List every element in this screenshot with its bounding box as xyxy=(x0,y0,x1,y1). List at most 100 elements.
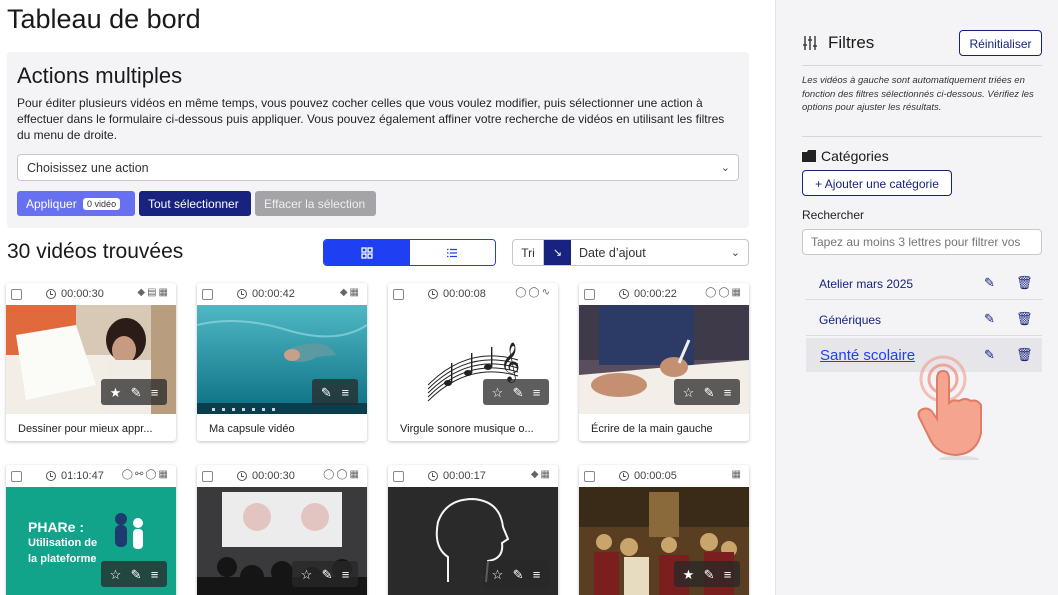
duration-text: 00:00:05 xyxy=(634,470,677,482)
clear-selection-button[interactable]: Effacer la sélection xyxy=(255,191,376,216)
video-card[interactable]: 00:00:17 ◆▦ ☆ ✎ ≡ xyxy=(388,465,558,595)
video-thumbnail[interactable]: PHARe : Utilisation de la plateforme ☆ ✎… xyxy=(6,487,176,595)
thumbnail-caption-2: Utilisation de xyxy=(28,537,98,549)
clock-icon xyxy=(46,289,56,299)
video-card-header: 00:00:22 ◯◯▦ xyxy=(579,283,749,305)
bulk-actions-panel: Actions multiples Pour éditer plusieurs … xyxy=(7,52,749,228)
action-select-value: Choisissez une action xyxy=(27,161,149,175)
apply-button[interactable]: Appliquer 0 vidéo xyxy=(17,191,135,216)
star-icon[interactable]: ★ xyxy=(110,386,122,399)
video-title[interactable]: Ma capsule vidéo xyxy=(197,414,367,441)
video-thumbnail[interactable]: 𝄞 ☆ ✎ ≡ xyxy=(388,305,558,414)
edit-icon[interactable]: ✎ xyxy=(321,386,332,399)
clock-icon xyxy=(619,289,629,299)
sort-arrow-icon: ↘ xyxy=(552,247,563,259)
menu-icon[interactable]: ≡ xyxy=(724,386,732,399)
trash-icon[interactable]: 🗑 xyxy=(1016,275,1033,291)
trash-icon[interactable]: 🗑 xyxy=(1016,347,1033,363)
video-card-header: 00:00:08 ◯◯∿ xyxy=(388,283,558,305)
menu-icon[interactable]: ≡ xyxy=(724,568,732,581)
duration-text: 00:00:30 xyxy=(61,288,104,300)
select-all-button[interactable]: Tout sélectionner xyxy=(139,191,251,216)
action-select[interactable]: Choisissez une action ⌄ xyxy=(17,154,739,181)
video-title[interactable]: Virgule sonore musique o... xyxy=(388,414,558,441)
category-label[interactable]: Génériques xyxy=(819,313,881,327)
video-select-checkbox[interactable] xyxy=(202,471,213,482)
star-outline-icon[interactable]: ☆ xyxy=(110,568,122,581)
clock-icon xyxy=(237,289,247,299)
video-select-checkbox[interactable] xyxy=(584,471,595,482)
sort-label: Tri xyxy=(513,240,544,265)
category-item[interactable]: Atelier mars 2025 ✎ 🗑 xyxy=(806,266,1042,300)
edit-icon[interactable]: ✎ xyxy=(513,568,524,581)
video-select-checkbox[interactable] xyxy=(11,471,22,482)
video-thumbnail[interactable]: ☆ ✎ ≡ xyxy=(197,487,367,595)
filters-divider xyxy=(802,136,1042,137)
page-title: Tableau de bord xyxy=(7,4,201,34)
category-label[interactable]: Atelier mars 2025 xyxy=(819,277,913,291)
video-tools: ☆ ✎ ≡ xyxy=(292,561,358,587)
menu-icon[interactable]: ≡ xyxy=(342,568,350,581)
add-category-button[interactable]: + Ajouter une catégorie xyxy=(802,170,952,196)
trash-icon[interactable]: 🗑 xyxy=(1016,311,1033,327)
categories-header: Catégories xyxy=(802,148,889,164)
video-card[interactable]: 00:00:42 ◆▦ ✎ ≡ Ma capsule vidéo xyxy=(197,283,367,441)
menu-icon[interactable]: ≡ xyxy=(151,386,159,399)
video-tools: ☆ ✎ ≡ xyxy=(483,561,549,587)
edit-icon[interactable]: ✎ xyxy=(131,568,142,581)
edit-icon[interactable]: ✎ xyxy=(704,568,715,581)
video-thumbnail[interactable]: ☆ ✎ ≡ xyxy=(388,487,558,595)
video-card[interactable]: 00:00:30 ◆▤▦ ★ ✎ ≡ Dessiner pour mieux a… xyxy=(6,283,176,441)
reset-filters-button[interactable]: Réinitialiser xyxy=(959,30,1042,56)
video-title[interactable]: Dessiner pour mieux appr... xyxy=(6,414,176,441)
video-card[interactable]: 00:00:30 ◯◯▦ ☆ ✎ ≡ xyxy=(197,465,367,595)
edit-icon[interactable]: ✎ xyxy=(704,386,715,399)
video-thumbnail[interactable]: ★ ✎ ≡ xyxy=(6,305,176,414)
video-card[interactable]: 00:00:05 ▦ ★ ✎ ≡ xyxy=(579,465,749,595)
video-flags-icons: ◯⚯◯▦ xyxy=(121,469,170,480)
list-view-button[interactable] xyxy=(409,240,495,265)
categories-title: Catégories xyxy=(821,148,889,164)
menu-icon[interactable]: ≡ xyxy=(533,568,541,581)
video-title[interactable]: Écrire de la main gauche xyxy=(579,414,749,441)
duration-text: 00:00:30 xyxy=(252,470,295,482)
grid-view-button[interactable] xyxy=(324,240,410,265)
video-tools: ✎ ≡ xyxy=(312,379,358,405)
edit-icon[interactable]: ✎ xyxy=(984,311,995,327)
clock-icon xyxy=(619,471,629,481)
edit-icon[interactable]: ✎ xyxy=(131,386,142,399)
edit-icon[interactable]: ✎ xyxy=(322,568,333,581)
category-item[interactable]: Génériques ✎ 🗑 xyxy=(806,302,1042,336)
video-select-checkbox[interactable] xyxy=(202,289,213,300)
video-select-checkbox[interactable] xyxy=(584,289,595,300)
star-icon[interactable]: ★ xyxy=(683,568,695,581)
sort-direction-button[interactable]: ↘ xyxy=(544,240,571,265)
edit-icon[interactable]: ✎ xyxy=(513,386,524,399)
video-select-checkbox[interactable] xyxy=(393,289,404,300)
star-outline-icon[interactable]: ☆ xyxy=(301,568,313,581)
edit-icon[interactable]: ✎ xyxy=(984,275,995,291)
star-outline-icon[interactable]: ☆ xyxy=(492,568,504,581)
main-content: Tableau de bord Actions multiples Pour é… xyxy=(0,0,775,595)
clock-icon xyxy=(428,289,438,299)
star-outline-icon[interactable]: ☆ xyxy=(683,386,695,399)
video-thumbnail[interactable]: ☆ ✎ ≡ xyxy=(579,305,749,414)
menu-icon[interactable]: ≡ xyxy=(342,386,350,399)
menu-icon[interactable]: ≡ xyxy=(533,386,541,399)
video-card[interactable]: 00:00:08 ◯◯∿ 𝄞 ☆ ✎ ≡ Virgule sonore musi… xyxy=(388,283,558,441)
star-outline-icon[interactable]: ☆ xyxy=(492,386,504,399)
video-tools: ☆ ✎ ≡ xyxy=(674,379,740,405)
filters-header: Filtres xyxy=(802,33,874,53)
category-search-input[interactable] xyxy=(802,229,1042,255)
video-thumbnail[interactable]: ★ ✎ ≡ xyxy=(579,487,749,595)
video-thumbnail[interactable]: ✎ ≡ xyxy=(197,305,367,414)
category-label[interactable]: Santé scolaire xyxy=(820,347,915,364)
sort-select[interactable]: Date d’ajout ⌄ xyxy=(571,240,748,265)
video-select-checkbox[interactable] xyxy=(11,289,22,300)
video-card[interactable]: 01:10:47 ◯⚯◯▦ PHARe : Utilisation de la … xyxy=(6,465,176,595)
video-card-header: 00:00:30 ◆▤▦ xyxy=(6,283,176,305)
video-card[interactable]: 00:00:22 ◯◯▦ ☆ ✎ ≡ Écrire de la main gau… xyxy=(579,283,749,441)
video-card-header: 00:00:05 ▦ xyxy=(579,465,749,487)
menu-icon[interactable]: ≡ xyxy=(151,568,159,581)
video-select-checkbox[interactable] xyxy=(393,471,404,482)
